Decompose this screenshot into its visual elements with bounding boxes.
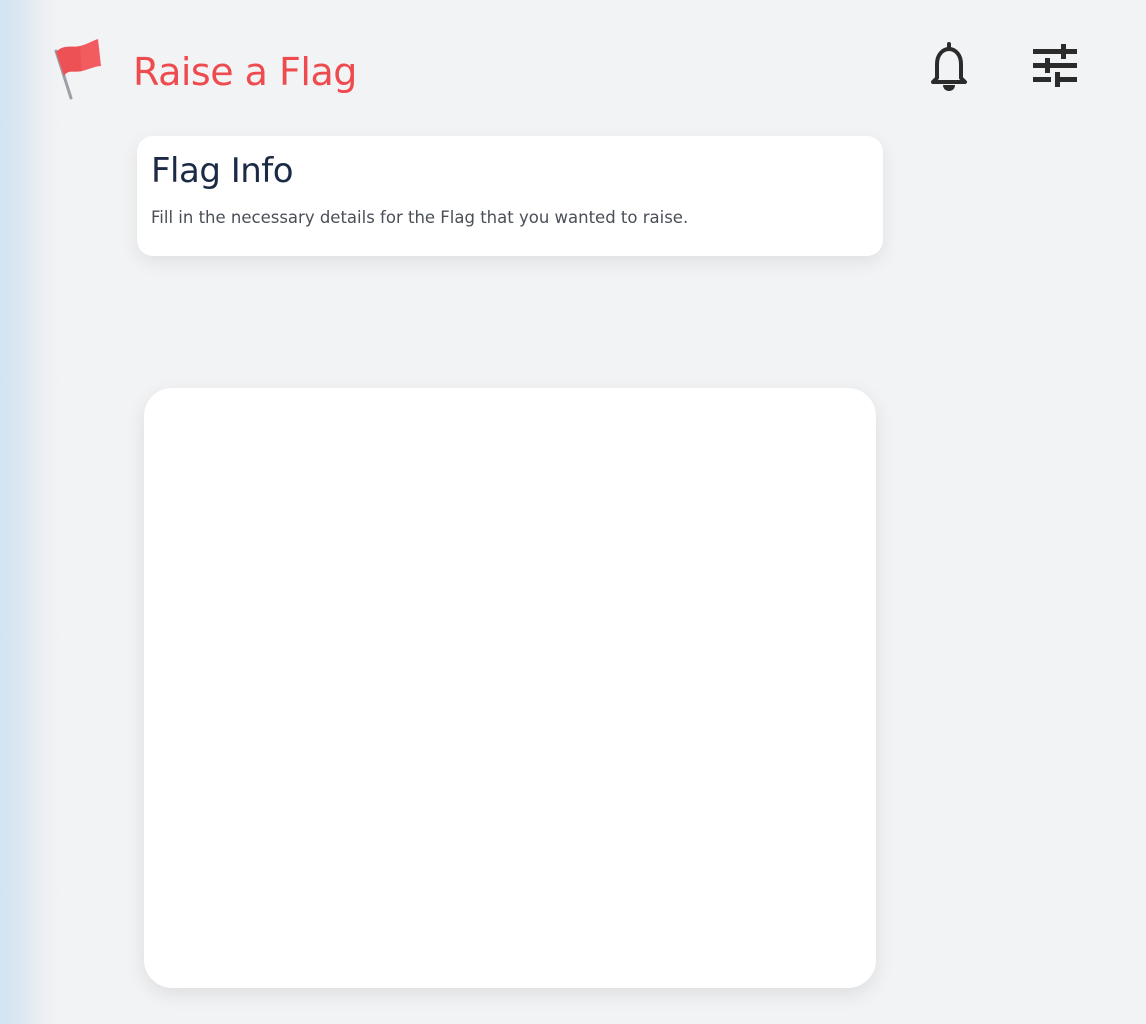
sliders-icon [1031,43,1079,94]
card-description: Fill in the necessary details for the Fl… [151,208,689,227]
red-flag-icon [50,36,106,102]
app-title: Raise a Flag [133,50,357,94]
app-header: Raise a Flag [0,0,1146,130]
bell-icon [927,40,971,97]
flag-form-card [144,388,876,988]
card-title: Flag Info [151,151,294,191]
left-edge-panel [0,0,60,1024]
notifications-button[interactable] [921,40,977,96]
flag-info-card: Flag Info Fill in the necessary details … [137,136,883,256]
filter-settings-button[interactable] [1027,40,1083,96]
